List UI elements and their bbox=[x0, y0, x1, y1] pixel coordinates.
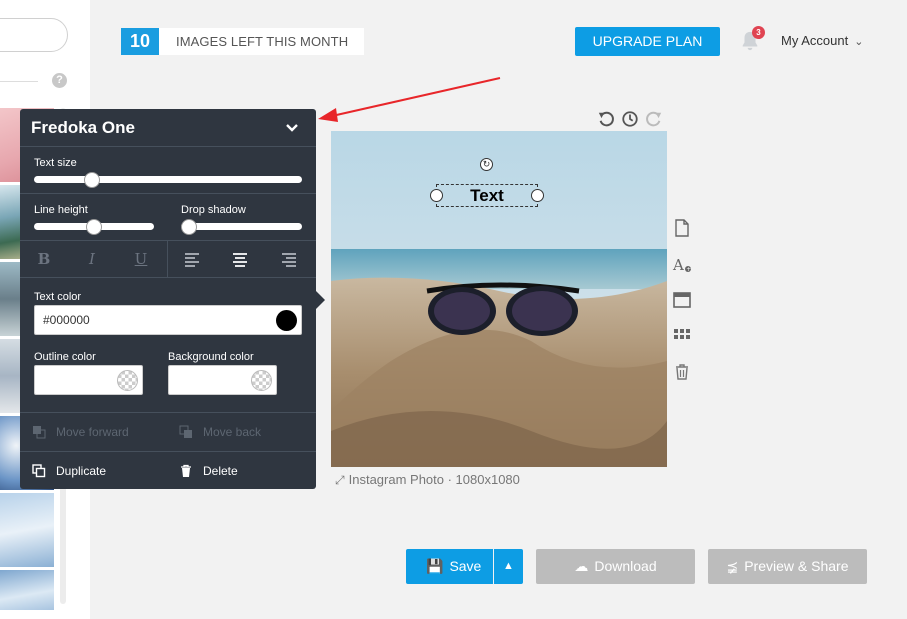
background-color-label: Background color bbox=[168, 351, 254, 363]
images-left-label: IMAGES LEFT THIS MONTH bbox=[159, 28, 365, 55]
drop-shadow-slider[interactable] bbox=[181, 223, 302, 230]
duplicate-label: Duplicate bbox=[56, 464, 107, 478]
text-size-slider[interactable] bbox=[34, 176, 302, 183]
italic-button[interactable]: I bbox=[68, 241, 116, 278]
add-text-icon[interactable]: A + bbox=[672, 255, 692, 275]
notification-badge: 3 bbox=[752, 26, 765, 39]
trash-icon[interactable] bbox=[672, 362, 692, 382]
outline-color-input[interactable] bbox=[34, 365, 143, 395]
text-layer-box[interactable]: Text bbox=[436, 184, 538, 207]
drop-shadow-slider-knob[interactable] bbox=[181, 219, 197, 235]
move-back-label: Move back bbox=[203, 425, 262, 439]
image-thumbnail[interactable] bbox=[0, 570, 54, 610]
save-label: Save bbox=[449, 558, 482, 574]
expand-icon: ⤢ bbox=[335, 473, 345, 487]
page-icon[interactable] bbox=[672, 218, 692, 238]
text-size-section: Text size bbox=[20, 146, 316, 193]
align-right-button[interactable] bbox=[265, 241, 313, 278]
annotation-arrow bbox=[318, 77, 501, 122]
drop-shadow-label: Drop shadow bbox=[181, 204, 246, 216]
line-height-slider-knob[interactable] bbox=[86, 219, 102, 235]
text-color-input[interactable]: #000000 bbox=[34, 305, 302, 335]
trash-icon bbox=[181, 464, 191, 477]
text-color-swatch[interactable] bbox=[276, 310, 297, 331]
svg-text:+: + bbox=[686, 266, 691, 273]
delete-button[interactable]: Delete bbox=[179, 464, 238, 478]
chevron-down-icon[interactable] bbox=[284, 120, 300, 136]
redo-icon[interactable] bbox=[645, 110, 663, 128]
bold-button[interactable]: B bbox=[20, 241, 68, 278]
delete-label: Delete bbox=[203, 464, 238, 478]
align-left-icon bbox=[185, 253, 199, 267]
align-center-button[interactable] bbox=[216, 241, 264, 278]
align-right-icon bbox=[282, 253, 296, 267]
floppy-disk-icon: 💾 bbox=[426, 558, 444, 574]
transparent-swatch-icon[interactable] bbox=[117, 370, 138, 391]
underline-button[interactable]: U bbox=[117, 241, 165, 278]
sidebar-divider bbox=[0, 81, 38, 82]
my-account-label: My Account bbox=[781, 33, 849, 48]
canvas-caption[interactable]: ⤢ Instagram Photo · 1080x1080 bbox=[335, 472, 520, 488]
move-back-button[interactable]: Move back bbox=[179, 425, 261, 439]
text-size-label: Text size bbox=[34, 157, 77, 169]
undo-icon[interactable] bbox=[597, 110, 615, 128]
history-clock-icon[interactable] bbox=[621, 110, 639, 128]
cloud-download-icon: ☁ bbox=[574, 558, 589, 574]
move-back-icon bbox=[179, 425, 192, 438]
text-color-label: Text color bbox=[34, 291, 82, 303]
line-height-shadow-section: Line height Drop shadow bbox=[20, 193, 316, 240]
beach-photo bbox=[331, 131, 667, 467]
text-size-slider-knob[interactable] bbox=[84, 172, 101, 188]
images-left-counter: 10 IMAGES LEFT THIS MONTH bbox=[121, 28, 365, 55]
duplicate-button[interactable]: Duplicate bbox=[32, 464, 106, 478]
transparent-swatch-icon[interactable] bbox=[251, 370, 272, 391]
text-settings-panel: Fredoka One Text size Line height Drop s… bbox=[20, 109, 316, 489]
canvas-size-label: Instagram Photo · 1080x1080 bbox=[348, 472, 520, 487]
align-left-button[interactable] bbox=[168, 241, 216, 278]
grid-icon[interactable] bbox=[672, 326, 692, 346]
rotate-handle[interactable]: ↻ bbox=[480, 158, 493, 171]
text-color-value: #000000 bbox=[43, 313, 90, 327]
preview-share-label: Preview & Share bbox=[744, 558, 849, 574]
outline-color-label: Outline color bbox=[34, 351, 96, 363]
download-button[interactable]: ☁ Download bbox=[536, 549, 695, 584]
move-forward-icon bbox=[33, 426, 46, 439]
download-label: Download bbox=[594, 558, 657, 574]
align-center-icon bbox=[233, 253, 247, 267]
save-options-dropdown[interactable]: ▲ bbox=[494, 549, 523, 584]
sidebar-search-input[interactable] bbox=[0, 18, 68, 52]
text-format-section: B I U bbox=[20, 240, 316, 278]
move-forward-label: Move forward bbox=[56, 425, 129, 439]
font-selector[interactable]: Fredoka One bbox=[31, 118, 135, 138]
resize-handle-left[interactable] bbox=[430, 189, 443, 202]
resize-handle-right[interactable] bbox=[531, 189, 544, 202]
duplicate-icon bbox=[32, 464, 46, 478]
panel-pointer bbox=[316, 291, 325, 309]
images-left-count: 10 bbox=[121, 28, 159, 55]
svg-text:A: A bbox=[672, 256, 684, 274]
help-icon[interactable]: ? bbox=[52, 73, 67, 88]
frame-icon[interactable] bbox=[672, 290, 692, 310]
image-thumbnail[interactable] bbox=[0, 493, 54, 567]
my-account-menu[interactable]: My Account ⌄ bbox=[781, 33, 863, 48]
line-height-label: Line height bbox=[34, 204, 88, 216]
background-color-input[interactable] bbox=[168, 365, 277, 395]
chevron-up-icon: ▲ bbox=[503, 560, 514, 572]
upgrade-plan-button[interactable]: UPGRADE PLAN bbox=[575, 27, 720, 56]
share-icon: ⪵ bbox=[726, 558, 739, 574]
preview-share-button[interactable]: ⪵ Preview & Share bbox=[708, 549, 867, 584]
text-layer-content[interactable]: Text bbox=[437, 185, 537, 206]
save-button[interactable]: 💾 Save bbox=[406, 549, 493, 584]
layer-actions-section: Duplicate Delete bbox=[20, 451, 316, 489]
chevron-down-icon: ⌄ bbox=[854, 36, 864, 48]
layer-order-section: Move forward Move back bbox=[20, 412, 316, 451]
move-forward-button[interactable]: Move forward bbox=[32, 425, 129, 439]
design-canvas[interactable] bbox=[331, 131, 667, 467]
